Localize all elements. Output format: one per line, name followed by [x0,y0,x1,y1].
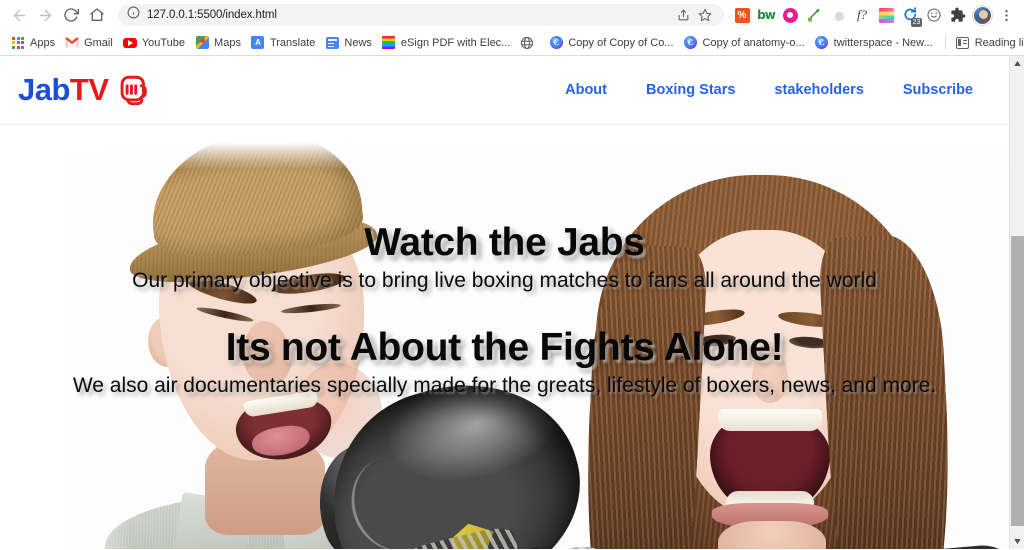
three-dot-menu-icon[interactable] [994,2,1018,28]
home-button[interactable] [84,2,110,28]
bw-extension-icon[interactable]: bw [754,2,778,28]
site-logo[interactable]: Jab TV [18,72,151,108]
loom-extension-icon[interactable]: 23 [898,2,922,28]
site-header: Jab TV About Boxing Stars stakeholders S… [0,56,1009,125]
woman-chin [718,521,826,549]
photo-top-fade [0,125,1009,169]
bookmark-label: Translate [269,36,316,49]
bookmarks-bar: Apps Gmail YouTube Maps A Translate News [0,30,1024,56]
nav-link-about[interactable]: About [565,82,607,98]
browser-toolbar: 127.0.0.1:5500/index.html % bw f? 23 [0,0,1024,30]
bookmark-globe[interactable] [516,33,545,53]
bookmark-apps[interactable]: Apps [7,33,61,53]
youtube-icon [122,36,137,50]
bookmark-twitterspace[interactable]: C twitterspace - New... [811,33,939,53]
share-icon[interactable] [673,5,693,25]
extensions-strip: % bw f? 23 [730,2,1018,28]
scrollbar-thumb[interactable] [1011,236,1024,526]
site-navigation: About Boxing Stars stakeholders Subscrib… [565,82,985,98]
avatar-image [972,5,992,25]
logo-text-tv: TV [69,72,109,107]
web-page: Jab TV About Boxing Stars stakeholders S… [0,56,1009,549]
woman-hair-left [577,242,709,549]
scroll-down-arrow-icon[interactable] [1010,534,1024,549]
orange-extension-glyph: % [734,7,750,23]
bookmarks-divider [944,35,946,50]
boxing-glove-icon [113,73,151,107]
forward-button[interactable] [32,2,58,28]
bookmark-label: YouTube [141,36,186,49]
address-bar-url: 127.0.0.1:5500/index.html [147,9,277,21]
loom-badge-wrap: 23 [901,6,922,27]
esign-icon [382,36,396,50]
bookmark-label: Apps [30,36,56,49]
page-viewport: Jab TV About Boxing Stars stakeholders S… [0,56,1024,549]
bookmark-translate[interactable]: A Translate [247,33,321,53]
browser-chrome: 127.0.0.1:5500/index.html % bw f? 23 App… [0,0,1024,56]
smiley-extension-icon[interactable] [922,2,946,28]
bookmark-label: eSign PDF with Elec... [400,36,511,49]
bw-extension-glyph: bw [757,8,776,22]
bookmark-copy-of-copy[interactable]: C Copy of Copy of Co... [545,33,679,53]
info-circle-icon [127,6,140,24]
bookmark-esign-pdf[interactable]: eSign PDF with Elec... [378,33,516,53]
bookmark-label: News [344,36,372,49]
bookmark-maps[interactable]: Maps [191,33,247,53]
rainbow-extension-icon[interactable] [874,2,898,28]
font-finder-glyph: f? [856,7,868,22]
nav-link-boxing-stars[interactable]: Boxing Stars [646,82,735,98]
eyedropper-extension-icon[interactable] [802,2,826,28]
hero-section: EVERLAST Watch the Jabs Our primary obje… [0,125,1009,549]
chrome-doc-icon: C [815,36,829,50]
bookmark-label: Maps [214,36,241,49]
woman-upper-teeth [718,409,822,431]
gear-extension-icon[interactable] [826,2,850,28]
chrome-doc-icon: C [684,36,698,50]
nav-link-subscribe[interactable]: Subscribe [903,82,973,98]
bookmark-news[interactable]: News [321,33,378,53]
font-finder-extension-icon[interactable]: f? [850,2,874,28]
pink-eye-glyph [782,7,798,23]
translate-icon: A [251,36,265,50]
bookmark-label: Copy of Copy of Co... [568,36,674,49]
profile-avatar[interactable] [970,2,994,28]
reading-list-icon [956,36,970,50]
bookmark-copy-of-anatomy[interactable]: C Copy of anatomy-o... [680,33,811,53]
gmail-icon [65,36,79,50]
reading-list-button[interactable]: Reading list [952,33,1024,53]
bookmark-label: Gmail [84,36,113,49]
hero-background-image: EVERLAST [0,125,1009,549]
bookmark-star-icon[interactable] [695,5,715,25]
address-bar[interactable]: 127.0.0.1:5500/index.html [118,4,724,26]
loom-badge-count: 23 [911,18,922,27]
orange-extension-icon[interactable]: % [730,2,754,28]
scroll-up-arrow-icon[interactable] [1010,56,1024,71]
logo-text-jab: Jab [18,72,70,107]
back-button[interactable] [6,2,32,28]
maps-icon [195,36,209,50]
reload-button[interactable] [58,2,84,28]
apps-grid-icon [11,36,25,50]
woman-hair-right [817,232,959,549]
page-scrollbar[interactable] [1009,56,1024,549]
news-icon [325,36,339,50]
globe-icon [520,36,534,50]
bookmark-youtube[interactable]: YouTube [119,33,191,53]
photo-left-fade [0,125,130,549]
chrome-doc-icon: C [549,36,563,50]
nav-link-stakeholders[interactable]: stakeholders [774,82,863,98]
bookmark-label: twitterspace - New... [833,36,933,49]
bookmark-label: Copy of anatomy-o... [702,36,805,49]
puzzle-piece-icon[interactable] [946,2,970,28]
bookmark-gmail[interactable]: Gmail [61,33,119,53]
pink-eye-extension-icon[interactable] [778,2,802,28]
rainbow-glyph [878,7,894,23]
reading-list-label: Reading list [974,36,1024,49]
